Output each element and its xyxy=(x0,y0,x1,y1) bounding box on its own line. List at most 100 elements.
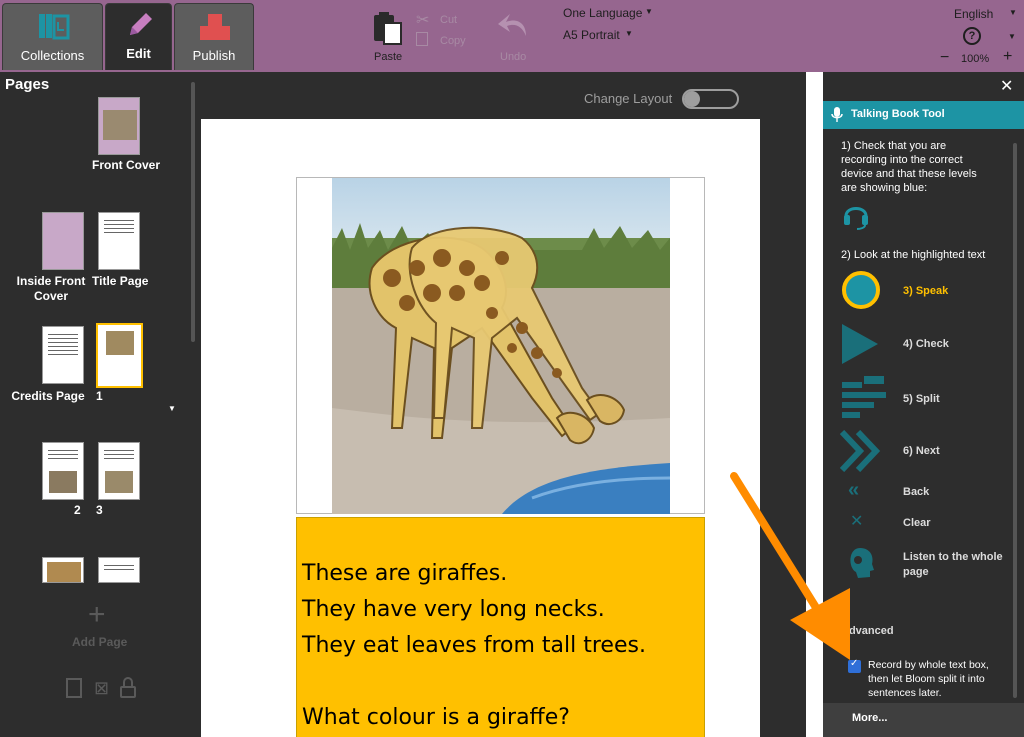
split-label: 5) Split xyxy=(903,393,940,405)
page-label-3: 3 xyxy=(96,503,103,517)
change-layout-toggle[interactable]: Change Layout xyxy=(584,89,744,109)
story-line-4[interactable]: What colour is a giraffe? xyxy=(302,705,570,730)
lock-shackle xyxy=(123,677,133,688)
page-label-inside-front-cover: Inside Front Cover xyxy=(16,274,86,303)
story-line-3[interactable]: They eat leaves from tall trees. xyxy=(302,633,646,658)
check-button[interactable]: 4) Check xyxy=(840,322,1000,366)
page-thumb-title-page[interactable] xyxy=(98,212,140,270)
page-thumb-front-cover[interactable] xyxy=(98,97,140,155)
copy-label: Copy xyxy=(440,35,466,47)
microphone-icon xyxy=(831,107,843,122)
help-icon: ? xyxy=(968,30,976,42)
undo-label: Undo xyxy=(500,51,527,63)
page-thumb-2[interactable] xyxy=(42,442,84,500)
ui-language-label: English xyxy=(954,7,994,21)
add-page-label: Add Page xyxy=(72,635,128,649)
speak-label: 3) Speak xyxy=(903,285,949,297)
check-label: 4) Check xyxy=(903,338,949,350)
page-label-credits-page: Credits Page xyxy=(11,389,85,403)
play-icon xyxy=(842,324,878,364)
giraffes-image xyxy=(332,178,670,514)
speak-button[interactable]: 3) Speak xyxy=(840,270,1000,312)
duplicate-page-icon[interactable] xyxy=(66,678,82,698)
tool-title: Talking Book Tool xyxy=(851,108,945,120)
plus-icon: + xyxy=(88,598,106,631)
add-page-button[interactable]: + Add Page xyxy=(60,598,142,650)
cut-button[interactable]: ✂ Cut xyxy=(414,12,464,29)
next-label: 6) Next xyxy=(903,445,940,457)
thumb-image xyxy=(105,471,133,493)
page-label-title-page: Title Page xyxy=(92,274,149,288)
help-button[interactable]: ? xyxy=(963,27,981,45)
double-chevron-right-icon xyxy=(840,430,881,472)
clipboard-icon xyxy=(374,12,402,45)
page-thumb-1[interactable] xyxy=(96,323,143,388)
tab-collections-label: Collections xyxy=(20,48,85,63)
collections-icon xyxy=(39,14,70,40)
listen-label: Listen to the whole page xyxy=(903,551,1003,578)
instruction-highlighted-text: 2) Look at the highlighted text xyxy=(841,249,986,261)
zoom-out-button[interactable]: − xyxy=(940,49,949,67)
page-thumb-3[interactable] xyxy=(98,442,140,500)
undo-button[interactable]: Undo xyxy=(492,8,536,66)
chevron-down-icon: ▼ xyxy=(625,29,633,38)
listen-whole-page-button[interactable]: Listen to the whole page xyxy=(846,546,1006,582)
thumb-image xyxy=(103,110,137,140)
page-size-dropdown[interactable]: A5 Portrait ▼ xyxy=(563,28,643,44)
clear-label: Clear xyxy=(903,517,931,529)
page-thumb-inside-front-cover[interactable] xyxy=(42,212,84,270)
copy-icon xyxy=(416,32,428,46)
ui-language-dropdown[interactable]: English ▼ xyxy=(954,6,1018,22)
language-mode-label: One Language xyxy=(563,6,643,20)
thumb-image xyxy=(106,331,134,355)
page-thumb-5[interactable] xyxy=(98,557,140,583)
page-menu-icon[interactable]: ▼ xyxy=(168,404,176,413)
annotation-arrow xyxy=(730,472,850,660)
scissors-icon: ✂ xyxy=(416,12,430,29)
chevron-down-icon: ▼ xyxy=(645,7,653,16)
toggle-knob xyxy=(684,91,700,107)
language-mode-dropdown[interactable]: One Language ▼ xyxy=(563,6,663,22)
undo-icon xyxy=(498,14,526,36)
cut-label: Cut xyxy=(440,14,458,26)
paste-label: Paste xyxy=(374,51,403,63)
tab-publish-label: Publish xyxy=(192,48,236,63)
tab-edit-label: Edit xyxy=(126,46,151,61)
split-button[interactable]: 5) Split xyxy=(840,376,1000,420)
close-icon[interactable]: ✕ xyxy=(1000,76,1013,96)
tool-panel-scrollbar[interactable] xyxy=(1013,143,1017,698)
image-container[interactable] xyxy=(296,177,705,514)
story-line-2[interactable]: They have very long necks. xyxy=(302,597,605,622)
record-icon xyxy=(842,271,880,309)
paste-button[interactable]: Paste xyxy=(368,8,408,66)
publish-icon xyxy=(200,14,230,40)
tab-collections[interactable]: Collections xyxy=(2,3,103,70)
pages-scrollbar[interactable] xyxy=(191,82,195,342)
page-label-2: 2 xyxy=(74,503,81,517)
talking-book-tool-header[interactable]: Talking Book Tool xyxy=(823,101,1024,129)
page-size-label: A5 Portrait xyxy=(563,28,620,42)
split-icon xyxy=(842,376,886,418)
delete-page-icon[interactable]: ⊠ xyxy=(94,678,109,699)
zoom-level: 100% xyxy=(961,53,990,65)
back-button[interactable]: « Back xyxy=(848,479,998,502)
tab-edit[interactable]: Edit xyxy=(105,3,172,70)
clear-button[interactable]: ✕ Clear xyxy=(848,513,998,533)
page-thumb-credits-page[interactable] xyxy=(42,326,84,384)
story-line-1[interactable]: These are giraffes. xyxy=(302,561,507,586)
more-tools-bar[interactable]: More... xyxy=(823,703,1024,737)
page-thumb-4[interactable] xyxy=(42,557,84,583)
headset-icon xyxy=(844,207,868,230)
thumb-image xyxy=(49,471,77,493)
next-button[interactable]: 6) Next xyxy=(840,430,1000,472)
tab-publish[interactable]: Publish xyxy=(174,3,254,70)
chevron-down-icon: ▼ xyxy=(1008,32,1016,41)
change-layout-label: Change Layout xyxy=(584,91,673,106)
chevron-down-icon: ▼ xyxy=(1009,8,1017,17)
copy-button[interactable]: Copy xyxy=(414,32,468,49)
page-label-1: 1 xyxy=(96,389,103,403)
pencil-icon xyxy=(130,13,152,35)
zoom-in-button[interactable]: + xyxy=(1003,48,1012,66)
back-label: Back xyxy=(903,486,930,498)
text-box[interactable] xyxy=(296,517,705,737)
